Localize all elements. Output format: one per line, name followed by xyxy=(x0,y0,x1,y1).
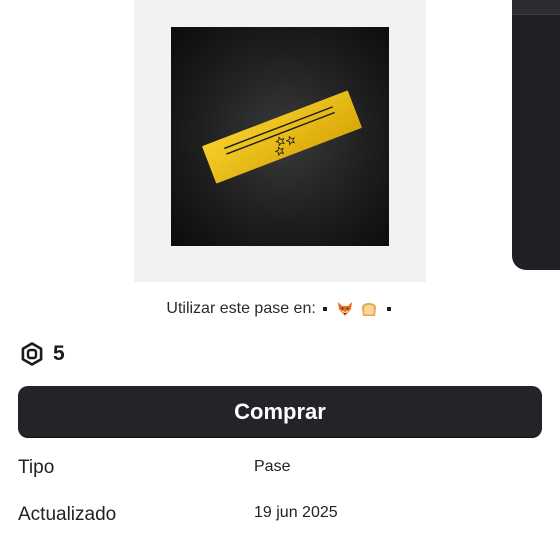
type-value: Pase xyxy=(254,458,291,475)
updated-value: 19 jun 2025 xyxy=(254,504,338,521)
bread-emoji-icon xyxy=(362,302,377,316)
buy-button[interactable]: Comprar xyxy=(18,386,542,437)
updated-label: Actualizado xyxy=(18,504,117,525)
robux-icon xyxy=(21,342,43,366)
type-label: Tipo xyxy=(18,457,55,478)
pass-thumbnail-frame xyxy=(134,0,426,282)
separator-dot xyxy=(323,306,328,311)
fox-emoji-icon xyxy=(337,301,352,316)
game-pass-page: Utilizar este pase en: 5 Comprar Tipo Pa… xyxy=(0,0,560,560)
ticket-icon xyxy=(202,90,362,184)
price-display: 5 xyxy=(20,341,65,367)
separator-dot xyxy=(386,306,391,311)
pass-thumbnail xyxy=(171,27,389,246)
usage-line: Utilizar este pase en: xyxy=(0,300,560,318)
usage-text: Utilizar este pase en: xyxy=(166,300,316,317)
side-panel xyxy=(512,0,560,270)
price-amount: 5 xyxy=(53,342,65,365)
side-panel-header xyxy=(512,0,560,15)
